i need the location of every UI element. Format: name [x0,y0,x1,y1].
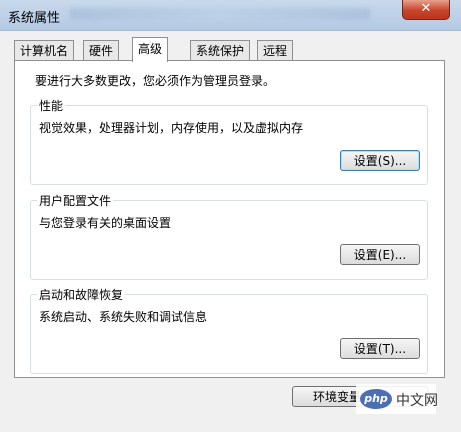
title-bar: 系统属性 ✕ [0,0,461,30]
tab-remote[interactable]: 远程 [257,40,294,61]
window-title: 系统属性 [8,11,61,26]
tab-advanced[interactable]: 高级 [132,37,169,62]
startup-recovery-group: 启动和故障恢复 系统启动、系统失败和调试信息 设置(T)... [30,286,428,374]
startup-recovery-title: 启动和故障恢复 [37,286,126,303]
close-button[interactable]: ✕ [402,0,450,20]
user-profiles-settings-button[interactable]: 设置(E)... [340,244,420,265]
tab-system-protection[interactable]: 系统保护 [190,40,251,61]
admin-note: 要进行大多数更改，您必须作为管理员登录。 [35,74,276,88]
startup-recovery-description: 系统启动、系统失败和调试信息 [39,310,208,324]
performance-group: 性能 视觉效果，处理器计划，内存使用，以及虚拟内存 设置(S)... [30,97,428,185]
advanced-panel: 要进行大多数更改，您必须作为管理员登录。 性能 视觉效果，处理器计划，内存使用，… [14,60,445,378]
startup-recovery-settings-button[interactable]: 设置(T)... [340,338,420,359]
watermark: php 中文网 [356,384,438,414]
performance-title: 性能 [37,97,66,114]
tab-computer-name[interactable]: 计算机名 [14,40,75,61]
close-icon: ✕ [420,1,432,16]
user-profiles-group: 用户配置文件 与您登录有关的桌面设置 设置(E)... [30,192,428,280]
watermark-text: 中文网 [396,393,438,409]
performance-description: 视觉效果，处理器计划，内存使用，以及虚拟内存 [39,121,304,135]
tab-hardware[interactable]: 硬件 [83,40,120,61]
php-logo: php [360,389,392,409]
blurred-title-area [70,8,370,20]
user-profiles-description: 与您登录有关的桌面设置 [39,216,172,230]
user-profiles-title: 用户配置文件 [37,192,114,209]
performance-settings-button[interactable]: 设置(S)... [340,150,420,171]
